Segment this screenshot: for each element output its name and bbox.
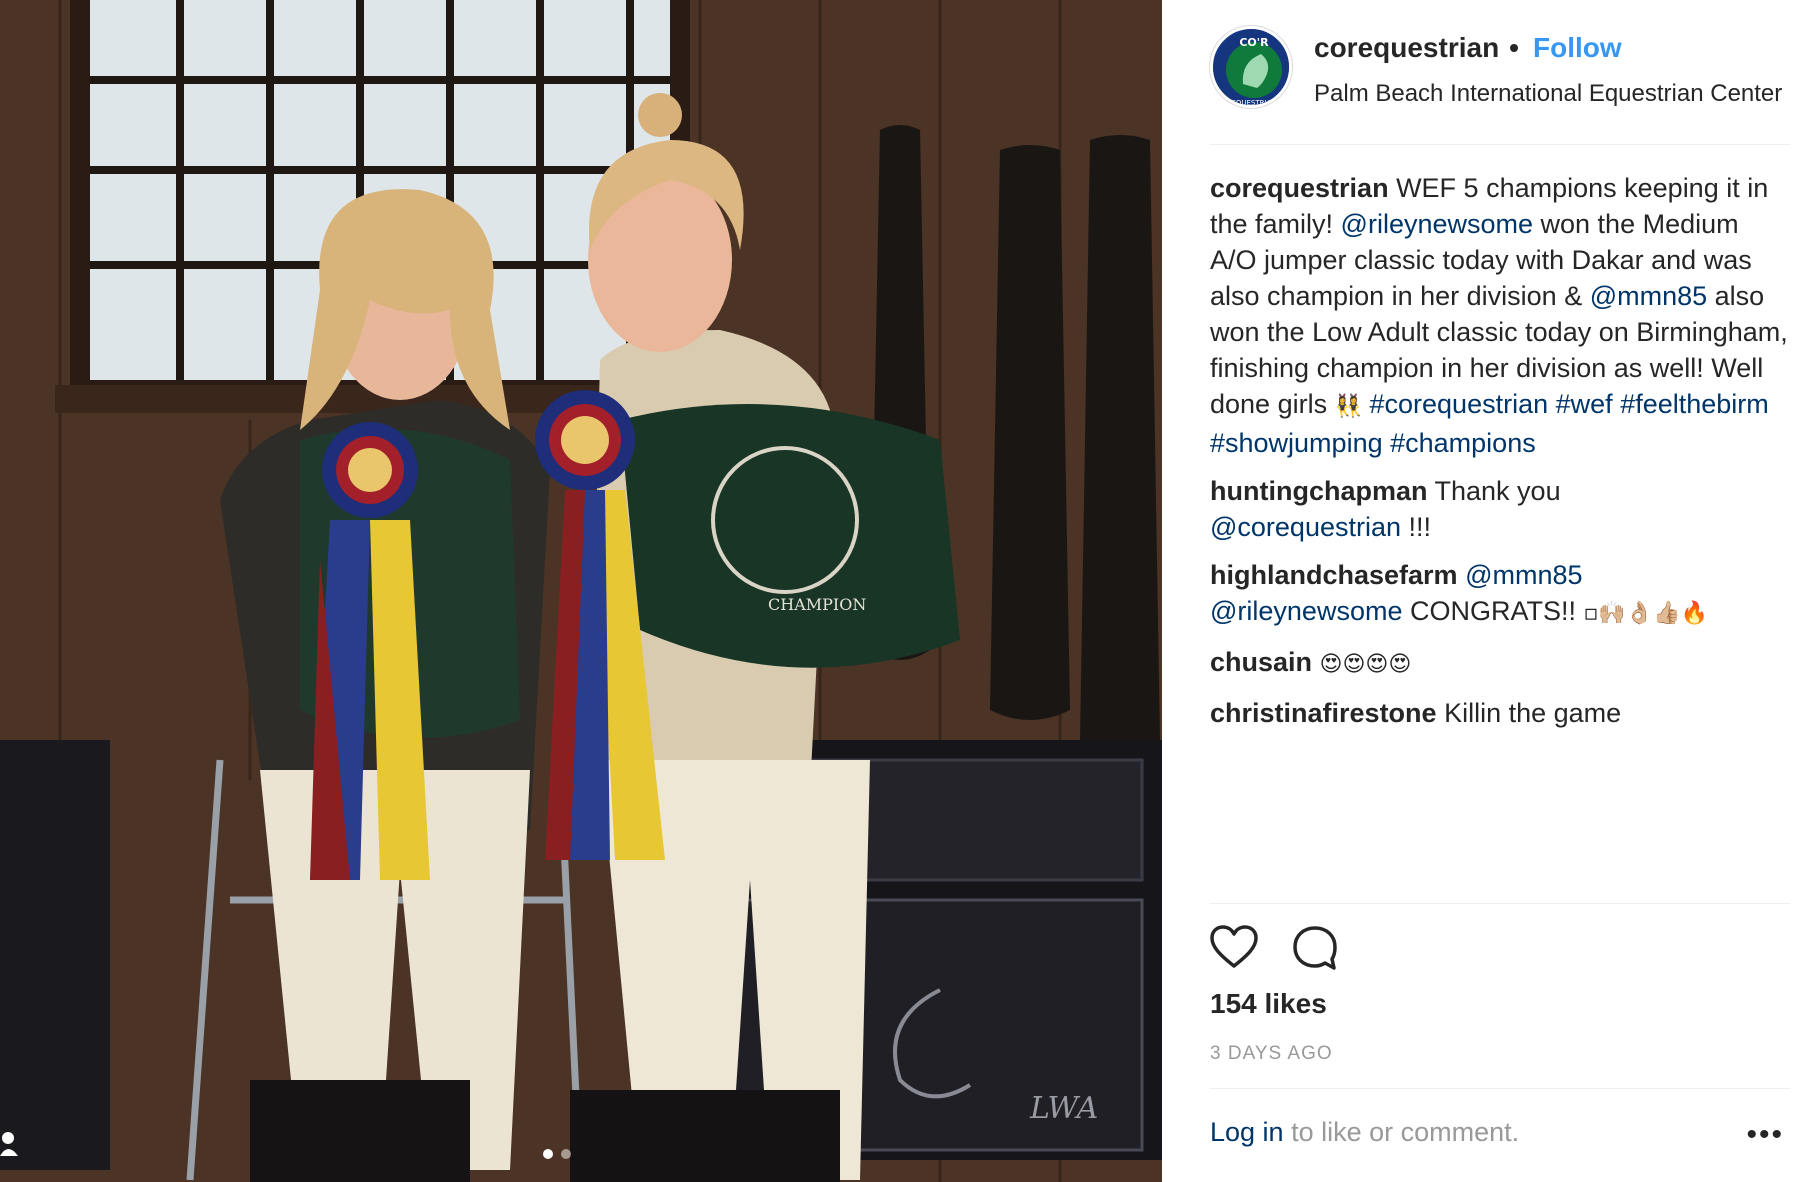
follow-button[interactable]: Follow [1533, 32, 1622, 64]
comment-item: chusain 😍😍😍😍 [1210, 644, 1790, 683]
hashtag-link[interactable]: #corequestrian [1370, 389, 1549, 419]
comment-item: highlandchasefarm @mmn85 @rileynewsome CO… [1210, 557, 1790, 632]
hashtag-link[interactable]: #champions [1390, 428, 1536, 458]
mention-link[interactable]: @mmn85 [1590, 281, 1707, 311]
avatar-subtext: EQUESTRIAN [1231, 99, 1276, 107]
photo-illustration: LWA CHAMPION [0, 0, 1162, 1182]
location-link[interactable]: Palm Beach International Equestrian Cent… [1314, 80, 1794, 108]
mention-link[interactable]: @mmn85 [1465, 560, 1582, 590]
comment-item: christinafirestone Killin the game [1210, 695, 1790, 731]
carousel-dot-1 [543, 1149, 553, 1159]
caption: corequestrian WEF 5 champions keeping it… [1210, 170, 1790, 461]
comments-section: corequestrian WEF 5 champions keeping it… [1210, 170, 1790, 743]
mention-link[interactable]: @rileynewsome [1210, 596, 1402, 626]
comment-username[interactable]: huntingchapman [1210, 476, 1428, 506]
comment-text: !!! [1401, 512, 1432, 542]
username-link[interactable]: corequestrian [1314, 32, 1499, 64]
comment-username[interactable]: highlandchasefarm [1210, 560, 1458, 590]
sash-champion-text: CHAMPION [768, 595, 866, 614]
user-tag-icon[interactable] [0, 1130, 22, 1156]
comment-item: huntingchapman Thank you @corequestrian !… [1210, 473, 1790, 545]
comment-text: Killin the game [1444, 698, 1622, 728]
hashtag-link[interactable]: #wef [1556, 389, 1613, 419]
hashtag-link[interactable]: #showjumping [1210, 428, 1383, 458]
like-heart-icon[interactable] [1210, 925, 1258, 971]
login-link[interactable]: Log in [1210, 1117, 1284, 1147]
comment-username[interactable]: christinafirestone [1210, 698, 1437, 728]
avatar[interactable]: CO'R EQUESTRIAN [1210, 26, 1292, 108]
action-bar [1210, 925, 1338, 971]
mention-link[interactable]: @rileynewsome [1341, 209, 1533, 239]
comment-emoji: 😍😍😍😍 [1319, 652, 1412, 677]
avatar-text: CO'R [1239, 36, 1269, 49]
comment-bubble-icon[interactable] [1292, 925, 1338, 971]
comment-text: CONGRATS!! [1402, 596, 1584, 626]
mention-link[interactable]: @corequestrian [1210, 512, 1401, 542]
post-timestamp[interactable]: 3 DAYS AGO [1210, 1043, 1333, 1065]
post-photo[interactable]: LWA CHAMPION [0, 0, 1162, 1182]
post-details-panel: CO'R EQUESTRIAN corequestrian • Follow P… [1162, 0, 1820, 1182]
login-prompt-text: to like or comment. [1283, 1117, 1520, 1147]
comment-text: Thank you [1434, 476, 1561, 506]
header-divider [1210, 144, 1790, 145]
caption-emoji: 👯‍♀️ [1334, 394, 1362, 419]
actions-divider [1210, 903, 1790, 904]
comment-emoji: ▫🙌🏼👌🏼👍🏼🔥 [1583, 601, 1708, 626]
caption-username[interactable]: corequestrian [1210, 173, 1389, 203]
separator-dot: • [1509, 32, 1519, 63]
post-header: corequestrian • Follow [1314, 32, 1622, 64]
carousel-indicator [543, 1149, 571, 1159]
comment-username[interactable]: chusain [1210, 647, 1312, 677]
footer-divider [1210, 1088, 1790, 1089]
trunk-logo-text: LWA [1029, 1091, 1098, 1126]
likes-count[interactable]: 154 likes [1210, 988, 1327, 1020]
login-prompt: Log in to like or comment. [1210, 1117, 1519, 1148]
carousel-dot-2 [561, 1149, 571, 1159]
hashtag-link[interactable]: #feelthebirm [1620, 389, 1769, 419]
more-options-icon[interactable]: ••• [1746, 1120, 1784, 1150]
